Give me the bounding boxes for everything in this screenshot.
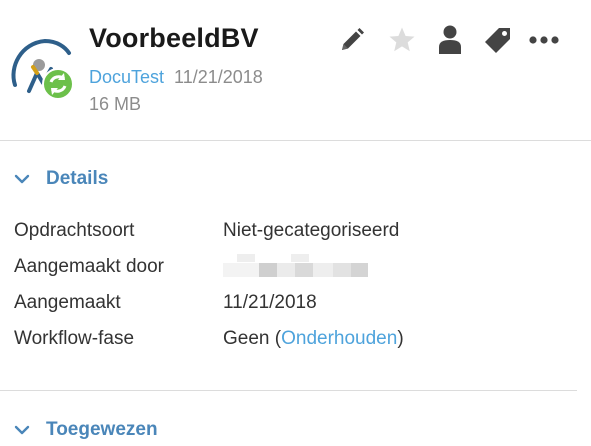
more-button[interactable] bbox=[528, 24, 560, 56]
person-icon bbox=[439, 25, 461, 54]
chevron-down-icon bbox=[14, 425, 30, 435]
details-key: Aangemaakt door bbox=[14, 256, 164, 277]
assigned-section-title: Toegewezen bbox=[46, 419, 158, 440]
chevron-down-icon bbox=[14, 174, 30, 184]
document-date: 11/21/2018 bbox=[174, 67, 263, 87]
document-detail-panel: VoorbeeldBV DocuTest 11/21/2018 16 MB De… bbox=[0, 0, 591, 446]
edit-button[interactable] bbox=[336, 24, 368, 56]
pencil-icon bbox=[342, 28, 364, 50]
assigned-section-toggle[interactable]: Toegewezen bbox=[14, 418, 158, 442]
details-key: Aangemaakt bbox=[14, 292, 121, 313]
workflow-maintain-link[interactable]: Onderhouden bbox=[281, 328, 397, 349]
details-value: 11/21/2018 bbox=[223, 292, 317, 313]
sync-icon bbox=[42, 68, 74, 100]
document-header: VoorbeeldBV DocuTest 11/21/2018 16 MB bbox=[0, 0, 591, 140]
details-key: Opdrachtsoort bbox=[14, 220, 135, 241]
details-key: Workflow-fase bbox=[14, 328, 135, 349]
document-logo bbox=[7, 33, 79, 105]
tag-icon bbox=[485, 28, 510, 53]
workflow-prefix: Geen ( bbox=[223, 328, 282, 349]
more-icon bbox=[529, 36, 559, 44]
details-divider bbox=[0, 390, 577, 391]
star-icon bbox=[389, 27, 415, 52]
document-size: 16 MB bbox=[89, 94, 142, 114]
details-value: Niet-gecategoriseerd bbox=[223, 220, 400, 241]
workflow-suffix: ) bbox=[397, 328, 404, 349]
redacted-user-name bbox=[223, 254, 368, 277]
details-section-title: Details bbox=[46, 168, 109, 189]
person-button[interactable] bbox=[434, 24, 466, 56]
details-section-toggle[interactable]: Details bbox=[14, 167, 108, 191]
header-divider bbox=[0, 140, 591, 141]
tag-button[interactable] bbox=[482, 24, 514, 56]
source-link[interactable]: DocuTest bbox=[89, 67, 164, 87]
favorite-button[interactable] bbox=[386, 24, 418, 56]
details-value: Geen (Onderhouden) bbox=[223, 328, 404, 350]
document-meta: DocuTest 11/21/2018 bbox=[89, 67, 263, 88]
document-title: VoorbeeldBV bbox=[89, 23, 259, 53]
